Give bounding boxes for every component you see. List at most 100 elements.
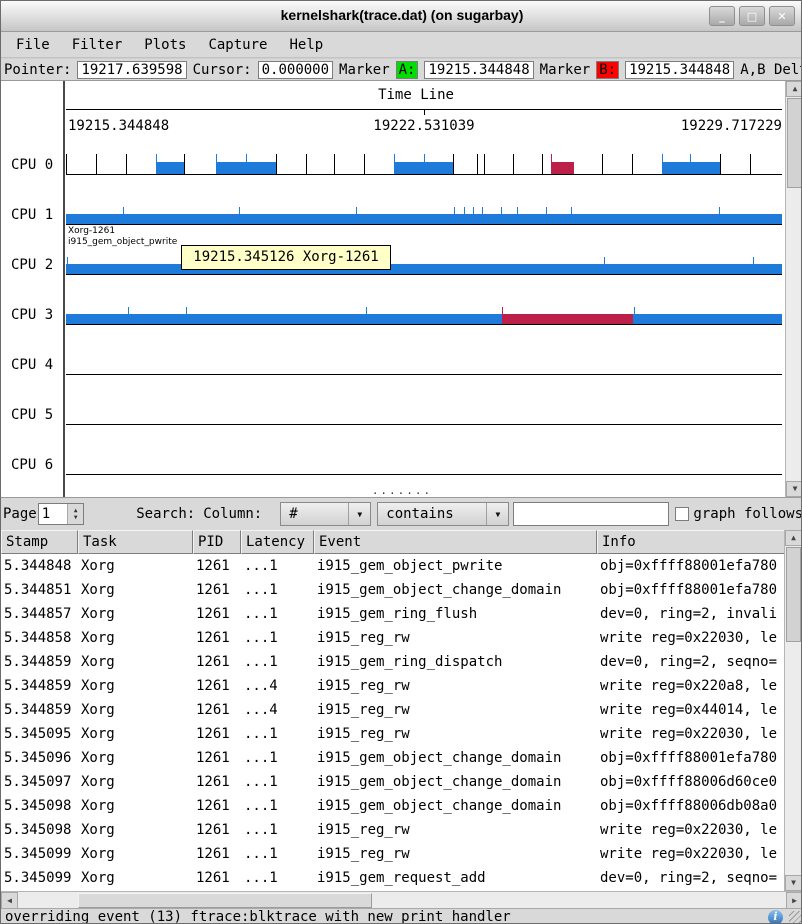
column-header-info[interactable]: Info [597,530,786,554]
graph-task-bar[interactable] [66,264,782,274]
graph-event-tick[interactable] [632,154,633,174]
graph-task-bar[interactable] [66,314,782,324]
column-header-event[interactable]: Event [314,530,597,554]
table-row[interactable]: 5.344858Xorg1261...1i915_reg_rwwrite reg… [1,626,786,650]
menu-item-help[interactable]: Help [282,34,330,56]
table-row[interactable]: 5.344848Xorg1261...1i915_gem_object_pwri… [1,554,786,578]
graph-event-tick[interactable] [366,307,367,324]
graph-event-tick[interactable] [551,154,552,174]
graph-task-bar[interactable] [502,314,633,324]
menu-item-capture[interactable]: Capture [201,34,274,56]
table-row[interactable]: 5.345096Xorg1261...1i915_gem_object_chan… [1,746,786,770]
maximize-button[interactable]: □ [739,6,765,26]
graph-event-tick[interactable] [720,154,721,174]
scroll-down-icon[interactable]: ▼ [785,875,802,891]
menu-item-filter[interactable]: Filter [65,34,130,56]
marker-a-badge[interactable]: A: [396,61,419,79]
column-header-stamp[interactable]: Stamp [1,530,78,554]
graph-event-tick[interactable] [542,154,543,174]
search-input[interactable] [513,502,669,526]
graph-event-tick[interactable] [126,154,127,174]
table-horizontal-scrollbar[interactable]: ◀ ▶ [1,891,802,908]
graph-event-tick[interactable] [67,257,68,274]
graph-event-tick[interactable] [517,207,518,224]
graph-event-tick[interactable] [239,207,240,224]
table-row[interactable]: 5.345095Xorg1261...1i915_reg_rwwrite reg… [1,722,786,746]
graph-event-tick[interactable] [246,154,247,174]
table-row[interactable]: 5.344859Xorg1261...1i915_gem_ring_dispat… [1,650,786,674]
graph-follows-checkbox[interactable] [675,507,689,521]
graph-event-tick[interactable] [484,154,485,174]
graph-event-tick[interactable] [501,207,502,224]
table-row[interactable]: 5.344859Xorg1261...4i915_reg_rwwrite reg… [1,674,786,698]
graph-event-tick[interactable] [123,207,124,224]
graph-event-tick[interactable] [477,154,478,174]
graph-event-tick[interactable] [424,154,425,174]
graph-event-tick[interactable] [719,207,720,224]
table-row[interactable]: 5.344859Xorg1261...4i915_reg_rwwrite reg… [1,698,786,722]
marker-b-badge[interactable]: B: [596,61,619,79]
table-row[interactable]: 5.345099Xorg1261...1i915_reg_rwwrite reg… [1,842,786,866]
table-row[interactable]: 5.345098Xorg1261...1i915_reg_rwwrite reg… [1,818,786,842]
graph-event-tick[interactable] [690,154,691,174]
table-scroll-thumb[interactable] [786,547,801,642]
graph-event-tick[interactable] [482,207,483,224]
graph-event-tick[interactable] [546,207,547,224]
spinner-arrows-icon[interactable]: ▲▼ [67,504,83,524]
close-button[interactable]: ✕ [769,6,795,26]
graph-event-tick[interactable] [128,307,129,324]
table-row[interactable]: 5.345097Xorg1261...1i915_gem_object_chan… [1,770,786,794]
resize-grip-icon[interactable] [789,911,802,924]
graph-event-tick[interactable] [634,307,635,324]
graph-event-tick[interactable] [334,154,335,174]
graph-event-tick[interactable] [602,154,603,174]
column-header-task[interactable]: Task [78,530,193,554]
column-header-pid[interactable]: PID [193,530,241,554]
graph-event-tick[interactable] [66,154,67,174]
graph-vertical-scrollbar[interactable]: ▲ ▼ [785,81,802,497]
match-select[interactable]: contains ▼ [377,502,509,526]
menu-item-plots[interactable]: Plots [137,34,193,56]
info-icon[interactable]: i [768,910,783,924]
table-row[interactable]: 5.344857Xorg1261...1i915_gem_ring_flushd… [1,602,786,626]
scroll-left-icon[interactable]: ◀ [1,892,18,909]
column-select[interactable]: # ▼ [280,502,371,526]
graph-event-tick[interactable] [306,154,307,174]
graph-event-tick[interactable] [394,154,395,174]
graph-event-tick[interactable] [473,207,474,224]
graph-event-tick[interactable] [750,154,751,174]
graph-event-tick[interactable] [753,257,754,274]
graph-event-tick[interactable] [454,207,455,224]
graph-event-tick[interactable] [216,154,217,174]
scroll-up-icon[interactable]: ▲ [786,81,802,97]
graph-event-tick[interactable] [356,207,357,224]
graph-event-tick[interactable] [513,154,514,174]
column-header-latency[interactable]: Latency [241,530,314,554]
graph-event-tick[interactable] [502,307,503,324]
table-row[interactable]: 5.345099Xorg1261...1i915_gem_request_add… [1,866,786,890]
scroll-up-icon[interactable]: ▲ [785,530,802,546]
graph-task-bar[interactable] [156,162,184,174]
graph-task-bar[interactable] [66,214,782,224]
scroll-right-icon[interactable]: ▶ [786,892,802,909]
graph-event-tick[interactable] [184,154,185,174]
hscroll-thumb[interactable] [78,893,372,908]
timeline-graph[interactable]: Time Line 19215.344848 19222.531039 1922… [1,80,802,498]
table-row[interactable]: 5.344851Xorg1261...1i915_gem_object_chan… [1,578,786,602]
graph-event-tick[interactable] [276,154,277,174]
scroll-down-icon[interactable]: ▼ [786,481,802,497]
graph-event-tick[interactable] [186,307,187,324]
graph-event-tick[interactable] [571,207,572,224]
graph-event-tick[interactable] [453,154,454,174]
graph-event-tick[interactable] [464,207,465,224]
graph-task-bar[interactable] [551,162,574,174]
graph-event-tick[interactable] [662,154,663,174]
graph-scroll-thumb[interactable] [787,98,802,188]
graph-task-bar[interactable] [662,162,720,174]
page-spinner[interactable]: ▲▼ [38,503,85,525]
minimize-button[interactable]: _ [709,6,735,26]
table-row[interactable]: 5.345098Xorg1261...1i915_gem_object_chan… [1,794,786,818]
graph-event-tick[interactable] [96,154,97,174]
menu-item-file[interactable]: File [9,34,57,56]
graph-event-tick[interactable] [604,257,605,274]
